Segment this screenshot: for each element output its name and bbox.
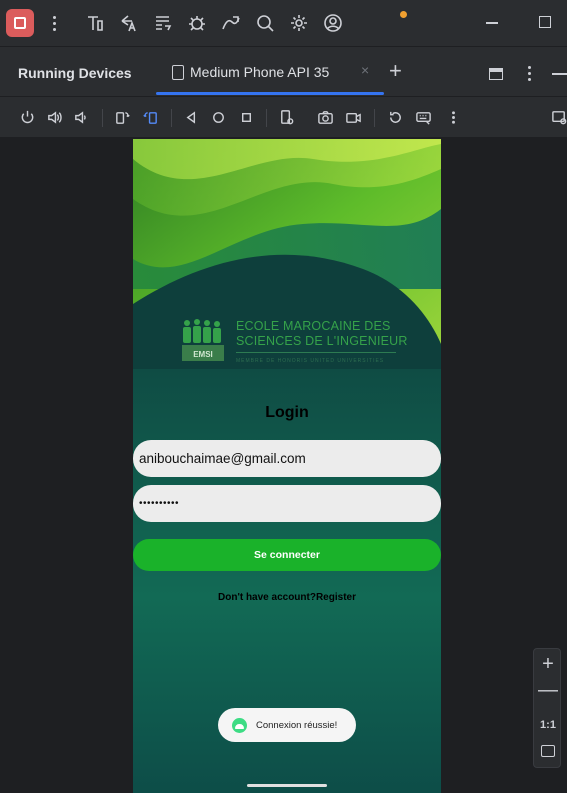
email-field[interactable] (133, 440, 441, 477)
search-icon[interactable] (250, 8, 280, 38)
separator (171, 109, 172, 127)
device-state-icon[interactable] (276, 107, 296, 127)
volume-down-icon[interactable] (71, 107, 91, 127)
android-icon (232, 717, 247, 733)
stop-button[interactable] (6, 9, 34, 37)
screen-record-icon[interactable] (343, 107, 363, 127)
volume-up-icon[interactable] (44, 107, 64, 127)
extended-controls-icon[interactable] (413, 107, 433, 127)
emsi-logo: EMSI ECOLE MAROCAINE DES SCIENCES DE L'I… (179, 317, 407, 369)
separator (374, 109, 375, 127)
phone-icon (172, 65, 184, 80)
zoom-in-button[interactable]: + (534, 653, 562, 676)
register-link[interactable]: Don't have account?Register (133, 592, 441, 603)
android-studio-window: Running Devices Medium Phone API 35 × + (0, 0, 567, 793)
zoom-actual-size-button[interactable]: 1:1 (534, 719, 562, 731)
password-field[interactable] (133, 485, 441, 522)
logo-figures-icon: EMSI (182, 319, 224, 361)
apply-changes-icon[interactable] (114, 8, 144, 38)
gesture-home-bar[interactable] (247, 784, 327, 787)
notification-dot (400, 11, 407, 18)
rotate-right-icon[interactable] (140, 107, 160, 127)
back-icon[interactable] (181, 107, 201, 127)
device-toolbar (0, 96, 567, 138)
zoom-controls: + — 1:1 (533, 648, 561, 768)
account-icon[interactable] (318, 8, 348, 38)
separator (102, 109, 103, 127)
power-icon[interactable] (17, 107, 37, 127)
overview-icon[interactable] (236, 107, 256, 127)
main-toolbar (0, 0, 567, 46)
separator (266, 109, 267, 127)
maximize-icon[interactable] (539, 16, 551, 28)
connect-button[interactable]: Se connecter (133, 539, 441, 571)
sync-icon[interactable] (148, 8, 178, 38)
more-icon[interactable] (443, 107, 463, 127)
profile-icon[interactable] (216, 8, 246, 38)
login-title: Login (265, 404, 309, 421)
minimize-icon[interactable] (486, 22, 498, 24)
tool-window-title: Running Devices (18, 65, 132, 81)
logo-tagline: MEMBRE DE HONORIS UNITED UNIVERSITIES (236, 358, 385, 364)
settings-icon[interactable] (284, 8, 314, 38)
close-icon[interactable]: × (361, 62, 369, 78)
active-tab-indicator (156, 92, 384, 95)
stop-icon (14, 17, 26, 29)
options-menu-icon[interactable] (528, 66, 531, 81)
rotate-left-icon[interactable] (112, 107, 132, 127)
tab-label: Medium Phone API 35 (190, 64, 330, 80)
device-mirror-icon[interactable] (549, 107, 567, 127)
logo-divider (236, 352, 396, 353)
screenshot-icon[interactable] (315, 107, 335, 127)
logo-line-2: SCIENCES DE L'INGENIEUR (236, 334, 408, 348)
phone-screen[interactable]: EMSI ECOLE MAROCAINE DES SCIENCES DE L'I… (133, 139, 441, 793)
tab-medium-phone[interactable]: Medium Phone API 35 × (156, 47, 384, 97)
toast-message: Connexion réussie! (218, 708, 356, 742)
layout-icon[interactable] (489, 68, 503, 80)
home-icon[interactable] (208, 107, 228, 127)
logo-line-1: ECOLE MAROCAINE DES (236, 319, 391, 333)
hide-icon[interactable] (552, 73, 567, 75)
zoom-out-button[interactable]: — (534, 679, 562, 702)
add-device-button[interactable]: + (389, 58, 402, 84)
build-icon[interactable] (80, 8, 110, 38)
reset-icon[interactable] (385, 107, 405, 127)
debug-icon[interactable] (182, 8, 212, 38)
logo-badge: EMSI (193, 350, 213, 359)
tool-window-header: Running Devices Medium Phone API 35 × + (0, 46, 567, 96)
toast-text: Connexion réussie! (256, 719, 338, 731)
zoom-fit-icon[interactable] (541, 745, 555, 757)
main-menu-button[interactable] (44, 15, 64, 31)
